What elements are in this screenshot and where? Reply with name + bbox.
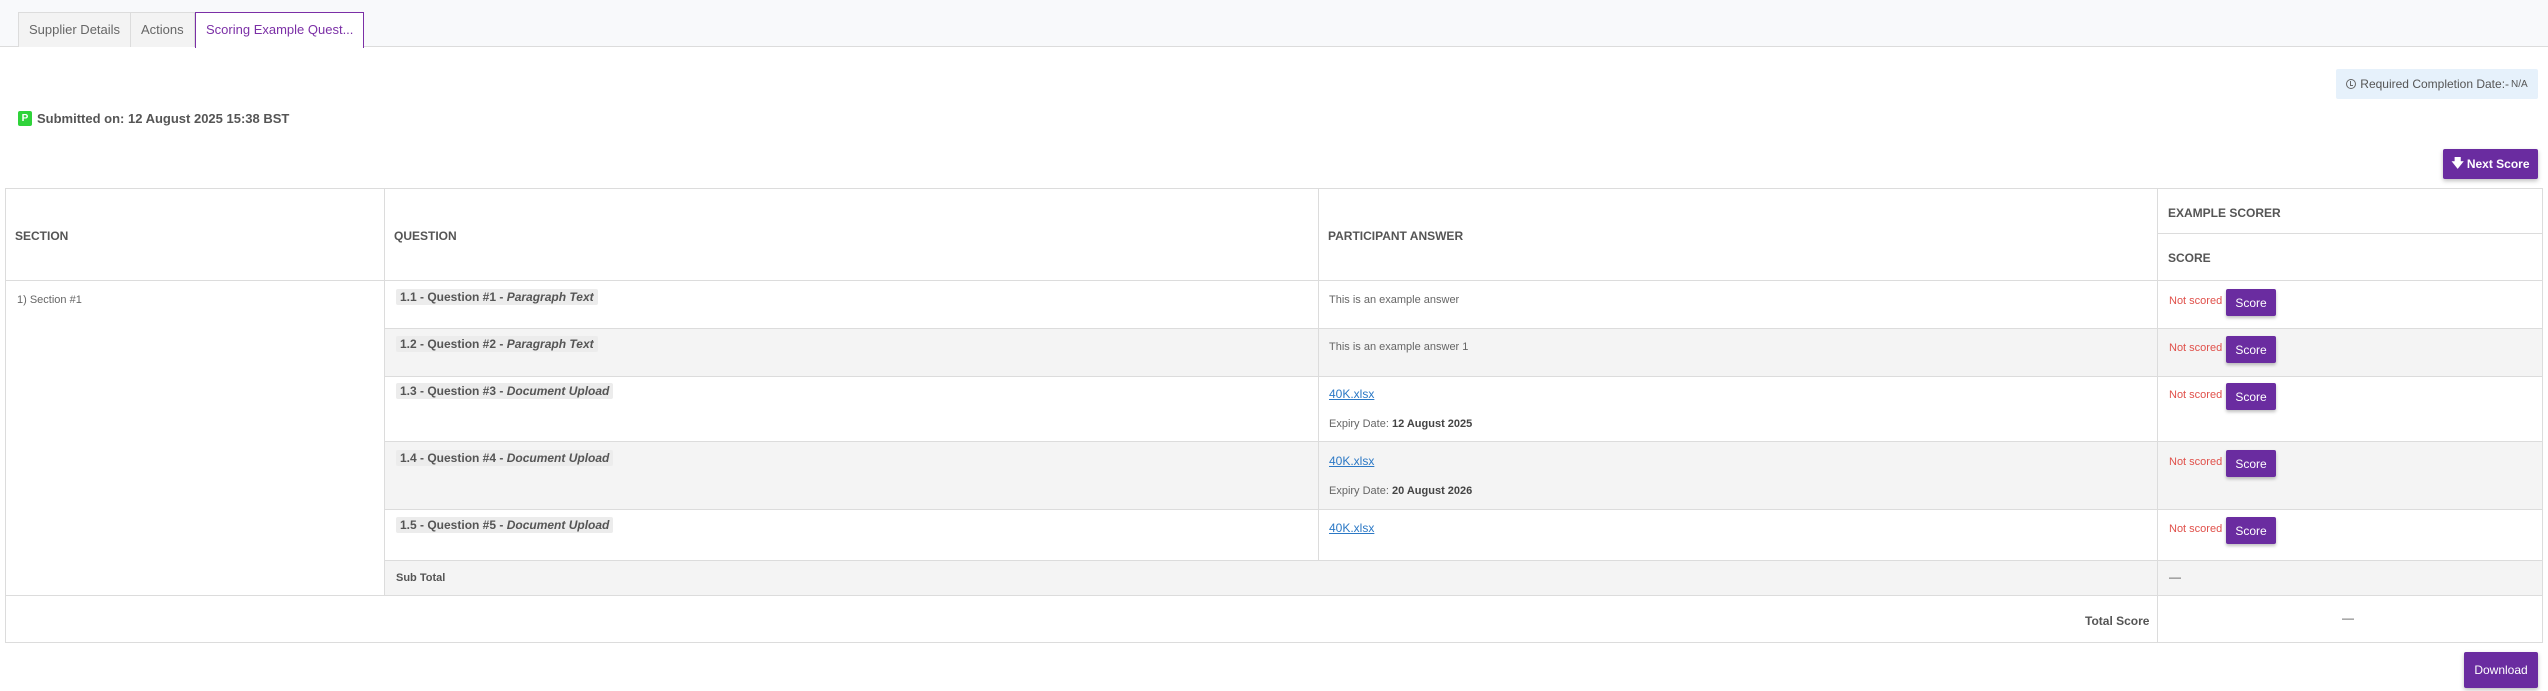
file-download-link[interactable]: 40K.xlsx (1329, 454, 1374, 468)
participant-badge-icon: P (18, 111, 32, 126)
submission-status: P Submitted on: 12 August 2025 15:38 BST (18, 111, 289, 126)
file-download-link[interactable]: 40K.xlsx (1329, 387, 1374, 401)
question-label: 1.2 - Question #2 - Paragraph Text (396, 336, 598, 352)
download-button[interactable]: Download (2464, 652, 2538, 688)
header-question: QUESTION (394, 229, 457, 243)
file-download-link[interactable]: 40K.xlsx (1329, 521, 1374, 535)
score-button[interactable]: Score (2226, 383, 2276, 410)
expiry-date: Expiry Date: 12 August 2025 (1329, 418, 1473, 430)
header-section: SECTION (15, 229, 69, 243)
required-completion-value: N/A (2511, 78, 2528, 90)
header-score: SCORE (2168, 251, 2211, 265)
tab-actions[interactable]: Actions (130, 12, 195, 47)
required-completion-label: Required Completion Date:- (2360, 77, 2510, 91)
score-button[interactable]: Score (2226, 289, 2276, 316)
score-status: Not scored (2169, 523, 2223, 535)
arrow-down-icon: 🡇 (2451, 155, 2464, 170)
tab-bar: Supplier Details Actions Scoring Example… (0, 0, 2548, 49)
next-score-button[interactable]: 🡇 Next Score (2443, 149, 2538, 179)
next-score-label: Next Score (2466, 157, 2530, 171)
tab-supplier-details[interactable]: Supplier Details (18, 12, 132, 47)
header-participant-answer: PARTICIPANT ANSWER (1328, 229, 1464, 243)
score-button[interactable]: Score (2226, 517, 2276, 544)
subtotal-value: — (2169, 570, 2181, 584)
question-label: 1.1 - Question #1 - Paragraph Text (396, 289, 598, 305)
submission-text: Submitted on: 12 August 2025 15:38 BST (37, 111, 290, 126)
tab-scoring-example-questionnaire[interactable]: Scoring Example Quest... (195, 12, 365, 49)
participant-answer: This is an example answer (1329, 294, 1460, 306)
score-status: Not scored (2169, 342, 2223, 354)
total-score-label: Total Score (2085, 614, 2150, 628)
expiry-date: Expiry Date: 20 August 2026 (1329, 485, 1473, 497)
score-status: Not scored (2169, 389, 2223, 401)
required-completion-badge: Required Completion Date:- N/A (2336, 69, 2538, 99)
question-label: 1.3 - Question #3 - Document Upload (396, 383, 614, 399)
score-button[interactable]: Score (2226, 450, 2276, 477)
score-status: Not scored (2169, 456, 2223, 468)
question-label: 1.4 - Question #4 - Document Upload (396, 450, 614, 466)
subtotal-label: Sub Total (396, 572, 446, 584)
participant-answer: This is an example answer 1 (1329, 341, 1469, 353)
scoring-table: SECTION QUESTION PARTICIPANT ANSWER EXAM… (5, 188, 2543, 643)
score-button[interactable]: Score (2226, 336, 2276, 363)
total-score-value: — (2342, 611, 2354, 625)
row-shade (385, 561, 2543, 595)
section-name: 1) Section #1 (17, 294, 82, 306)
score-status: Not scored (2169, 295, 2223, 307)
question-label: 1.5 - Question #5 - Document Upload (396, 517, 614, 533)
header-example-scorer: EXAMPLE SCORER (2168, 206, 2281, 220)
row-shade (385, 442, 2543, 509)
clock-icon (2346, 79, 2357, 89)
